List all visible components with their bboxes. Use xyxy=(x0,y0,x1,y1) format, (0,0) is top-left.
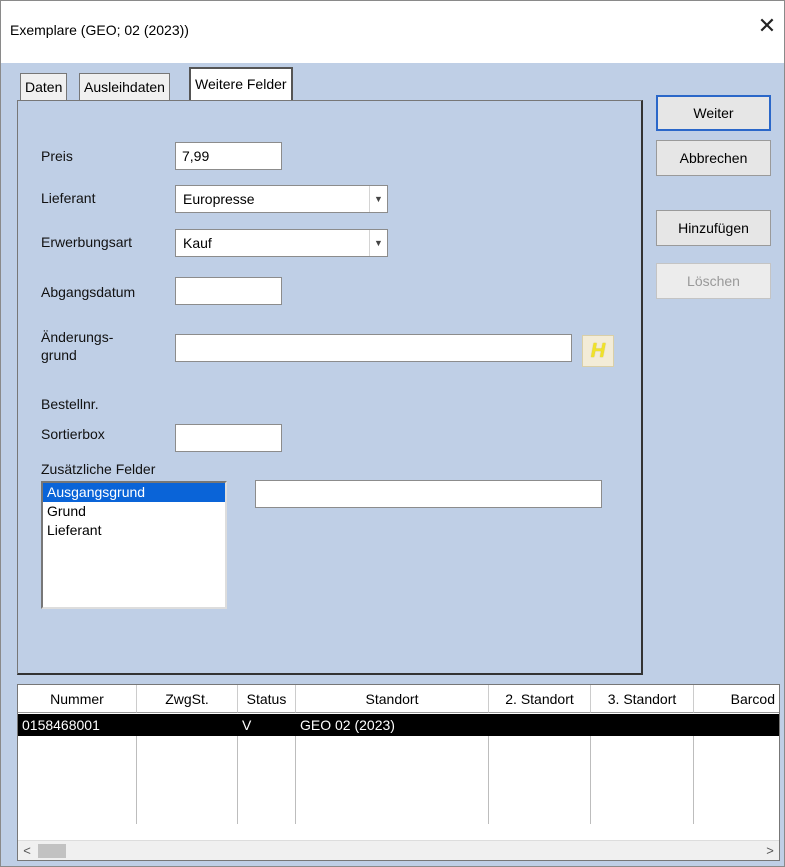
help-h-button[interactable]: H xyxy=(582,335,614,367)
scrollbar-thumb[interactable] xyxy=(38,844,66,858)
sortierbox-label: Sortierbox xyxy=(41,426,105,442)
list-item[interactable]: Grund xyxy=(43,502,225,521)
tab-weitere-felder[interactable]: Weitere Felder xyxy=(189,67,293,101)
aenderungsgrund-label-line2: grund xyxy=(41,347,77,363)
column-header-2-standort[interactable]: 2. Standort xyxy=(489,685,591,713)
column-header-standort[interactable]: Standort xyxy=(296,685,489,713)
zusaetzliche-felder-value-field[interactable] xyxy=(255,480,602,508)
chevron-right-icon[interactable]: > xyxy=(761,842,779,860)
title-bar: Exemplare (GEO; 02 (2023)) ✕ xyxy=(1,1,784,63)
preis-label: Preis xyxy=(41,148,73,164)
column-header-zwgst[interactable]: ZwgSt. xyxy=(137,685,238,713)
window-title: Exemplare (GEO; 02 (2023)) xyxy=(10,22,189,38)
list-item[interactable]: Ausgangsgrund xyxy=(43,483,225,502)
chevron-left-icon[interactable]: < xyxy=(18,842,36,860)
bestellnr-label: Bestellnr. xyxy=(41,396,99,412)
erwerbungsart-label: Erwerbungsart xyxy=(41,234,133,250)
list-item[interactable]: Lieferant xyxy=(43,521,225,540)
loeschen-button: Löschen xyxy=(656,263,771,299)
zusaetzliche-felder-label: Zusätzliche Felder xyxy=(41,461,156,477)
close-icon[interactable]: ✕ xyxy=(756,14,778,40)
sortierbox-field[interactable] xyxy=(175,424,282,452)
table-cell-zwgst xyxy=(137,714,238,736)
erwerbungsart-value: Kauf xyxy=(183,235,212,251)
abgangsdatum-field[interactable] xyxy=(175,277,282,305)
erwerbungsart-dropdown[interactable]: Kauf ▼ xyxy=(175,229,388,257)
chevron-down-icon[interactable]: ▼ xyxy=(369,230,387,256)
preis-field[interactable]: 7,99 xyxy=(175,142,282,170)
abgangsdatum-label: Abgangsdatum xyxy=(41,284,136,300)
table-cell-2-standort xyxy=(489,714,591,736)
column-header-barcode[interactable]: Barcod xyxy=(694,685,779,713)
tab-daten[interactable]: Daten xyxy=(20,73,68,101)
lieferant-dropdown[interactable]: Europresse ▼ xyxy=(175,185,388,213)
aenderungsgrund-label-line1: Änderungs- xyxy=(41,329,114,345)
table-cell-3-standort xyxy=(591,714,694,736)
table-cell-nummer: 0158468001 xyxy=(22,717,100,733)
tab-ausleihdaten[interactable]: Ausleihdaten xyxy=(79,73,170,101)
table-cell-standort: GEO 02 (2023) xyxy=(300,717,395,733)
aenderungsgrund-field[interactable] xyxy=(175,334,572,362)
horizontal-scrollbar[interactable]: < > xyxy=(18,840,779,860)
table-cell-barcode xyxy=(694,714,779,736)
exemplare-table[interactable]: Nummer ZwgSt. Status Standort 2. Standor… xyxy=(17,684,780,861)
dialog-window: Exemplare (GEO; 02 (2023)) ✕ Daten Ausle… xyxy=(0,0,785,867)
column-header-status[interactable]: Status xyxy=(238,685,296,713)
lieferant-value: Europresse xyxy=(183,191,255,207)
abbrechen-button[interactable]: Abbrechen xyxy=(656,140,771,176)
column-header-nummer[interactable]: Nummer xyxy=(18,685,137,713)
lieferant-label: Lieferant xyxy=(41,190,96,206)
weiter-button[interactable]: Weiter xyxy=(656,95,771,131)
table-cell-status: V xyxy=(242,717,252,733)
chevron-down-icon[interactable]: ▼ xyxy=(369,186,387,212)
zusaetzliche-felder-list[interactable]: Ausgangsgrund Grund Lieferant xyxy=(41,481,227,609)
column-header-3-standort[interactable]: 3. Standort xyxy=(591,685,694,713)
hinzufuegen-button[interactable]: Hinzufügen xyxy=(656,210,771,246)
